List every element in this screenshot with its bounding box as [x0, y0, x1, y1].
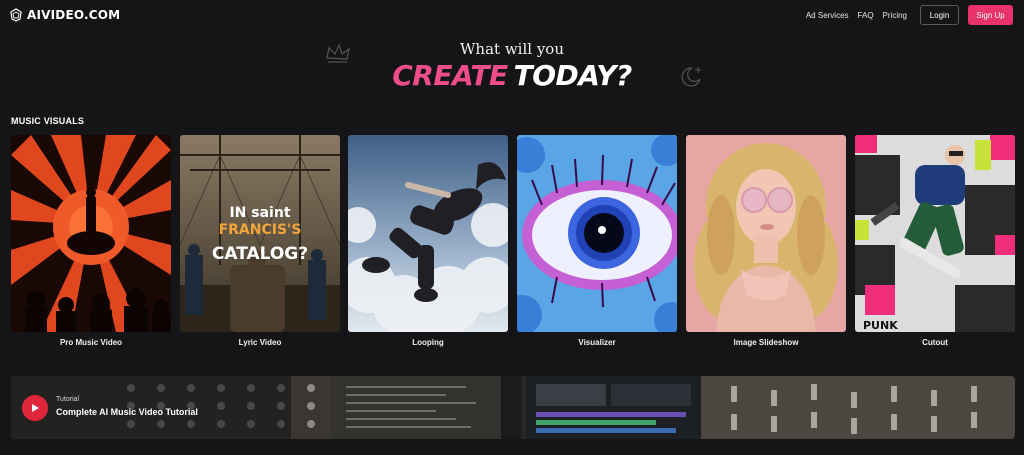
card-label: Looping	[412, 338, 444, 347]
top-navbar: AIVIDEO.COM Ad Services FAQ Pricing Logi…	[0, 0, 1024, 32]
lyric-video-image: IN saint FRANCIS'S CATALOG?	[180, 135, 340, 332]
play-button[interactable]	[22, 395, 48, 421]
section-title: MUSIC VISUALS	[11, 116, 85, 126]
visualizer-image	[517, 135, 677, 332]
signup-button[interactable]: Sign Up	[968, 5, 1013, 25]
lyric-line-2: FRANCIS'S	[219, 222, 302, 238]
card-label: Image Slideshow	[733, 338, 799, 347]
tutorial-banner[interactable]: Tutorial Complete AI Music Video Tutoria…	[11, 376, 1015, 439]
card-pro-music-video[interactable]: Pro Music Video	[11, 135, 171, 347]
tutorial-eyebrow: Tutorial	[56, 396, 80, 403]
card-thumbnail[interactable]: IN saint FRANCIS'S CATALOG?	[180, 135, 340, 332]
nav-faq[interactable]: FAQ	[858, 11, 874, 20]
card-looping[interactable]: Looping	[348, 135, 508, 347]
looping-image	[348, 135, 508, 332]
logo[interactable]: AIVIDEO.COM	[9, 8, 120, 22]
card-thumbnail[interactable]	[686, 135, 846, 332]
card-label: Lyric Video	[238, 338, 282, 347]
card-label: Pro Music Video	[59, 338, 123, 347]
card-visualizer[interactable]: Visualizer	[517, 135, 677, 347]
music-visuals-grid: Pro Music Video IN saint FRANCIS'S CATAL…	[11, 135, 1015, 350]
card-thumbnail[interactable]: PUNK	[855, 135, 1015, 332]
hero-title-rest: TODAY?	[513, 59, 633, 92]
card-image-slideshow[interactable]: Image Slideshow	[686, 135, 846, 347]
hero-title: CREATE TODAY?	[0, 59, 1024, 92]
lyric-line-3: CATALOG?	[212, 244, 308, 264]
pro-music-video-image	[11, 135, 171, 332]
play-icon	[32, 404, 39, 412]
tutorial-title: Complete AI Music Video Tutorial	[56, 407, 198, 417]
main-nav: Ad Services FAQ Pricing Login Sign Up	[797, 5, 1013, 25]
lyric-line-1: IN saint	[229, 205, 290, 221]
hero-title-accent: CREATE	[392, 59, 508, 92]
card-label: Visualizer	[578, 338, 616, 347]
card-cutout[interactable]: PUNK Cutout	[855, 135, 1015, 347]
login-button[interactable]: Login	[920, 5, 959, 25]
image-slideshow-image	[686, 135, 846, 332]
logo-icon	[10, 8, 22, 22]
card-thumbnail[interactable]	[348, 135, 508, 332]
card-thumbnail[interactable]	[11, 135, 171, 332]
logo-text: AIVIDEO.COM	[27, 8, 121, 22]
nav-ad-services[interactable]: Ad Services	[806, 11, 849, 20]
cutout-overlay-text: PUNK	[863, 319, 898, 332]
card-label: Cutout	[922, 338, 948, 347]
nav-pricing[interactable]: Pricing	[883, 11, 907, 20]
card-thumbnail[interactable]	[517, 135, 677, 332]
card-lyric-video[interactable]: IN saint FRANCIS'S CATALOG? Lyric Video	[180, 135, 340, 347]
cutout-image: PUNK	[855, 135, 1015, 332]
hero-subtitle: What will you	[460, 40, 564, 58]
